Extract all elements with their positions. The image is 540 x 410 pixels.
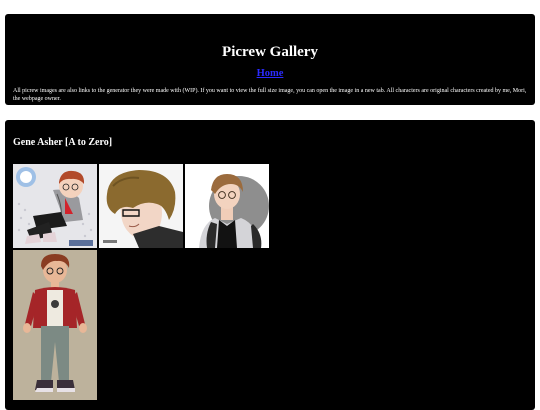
gallery-thumbnail[interactable]: [13, 164, 97, 248]
page-title: Picrew Gallery: [222, 44, 318, 60]
gallery-section: Gene Asher [A to Zero]: [5, 120, 535, 410]
header-panel: Picrew Gallery Home All picrew images ar…: [5, 14, 535, 105]
character-fullbody-icon: [13, 250, 97, 400]
gallery-thumbnail[interactable]: [13, 250, 97, 400]
home-link[interactable]: Home: [5, 68, 535, 79]
intro-text: All picrew images are also links to the …: [13, 88, 527, 102]
section-title: Gene Asher [A to Zero]: [13, 137, 113, 148]
character-sitting-icon: [13, 164, 97, 248]
gallery-thumbnail[interactable]: [185, 164, 269, 248]
character-profile-icon: [99, 164, 183, 248]
gallery-thumbnail[interactable]: [99, 164, 183, 248]
character-portrait-icon: [185, 164, 269, 248]
